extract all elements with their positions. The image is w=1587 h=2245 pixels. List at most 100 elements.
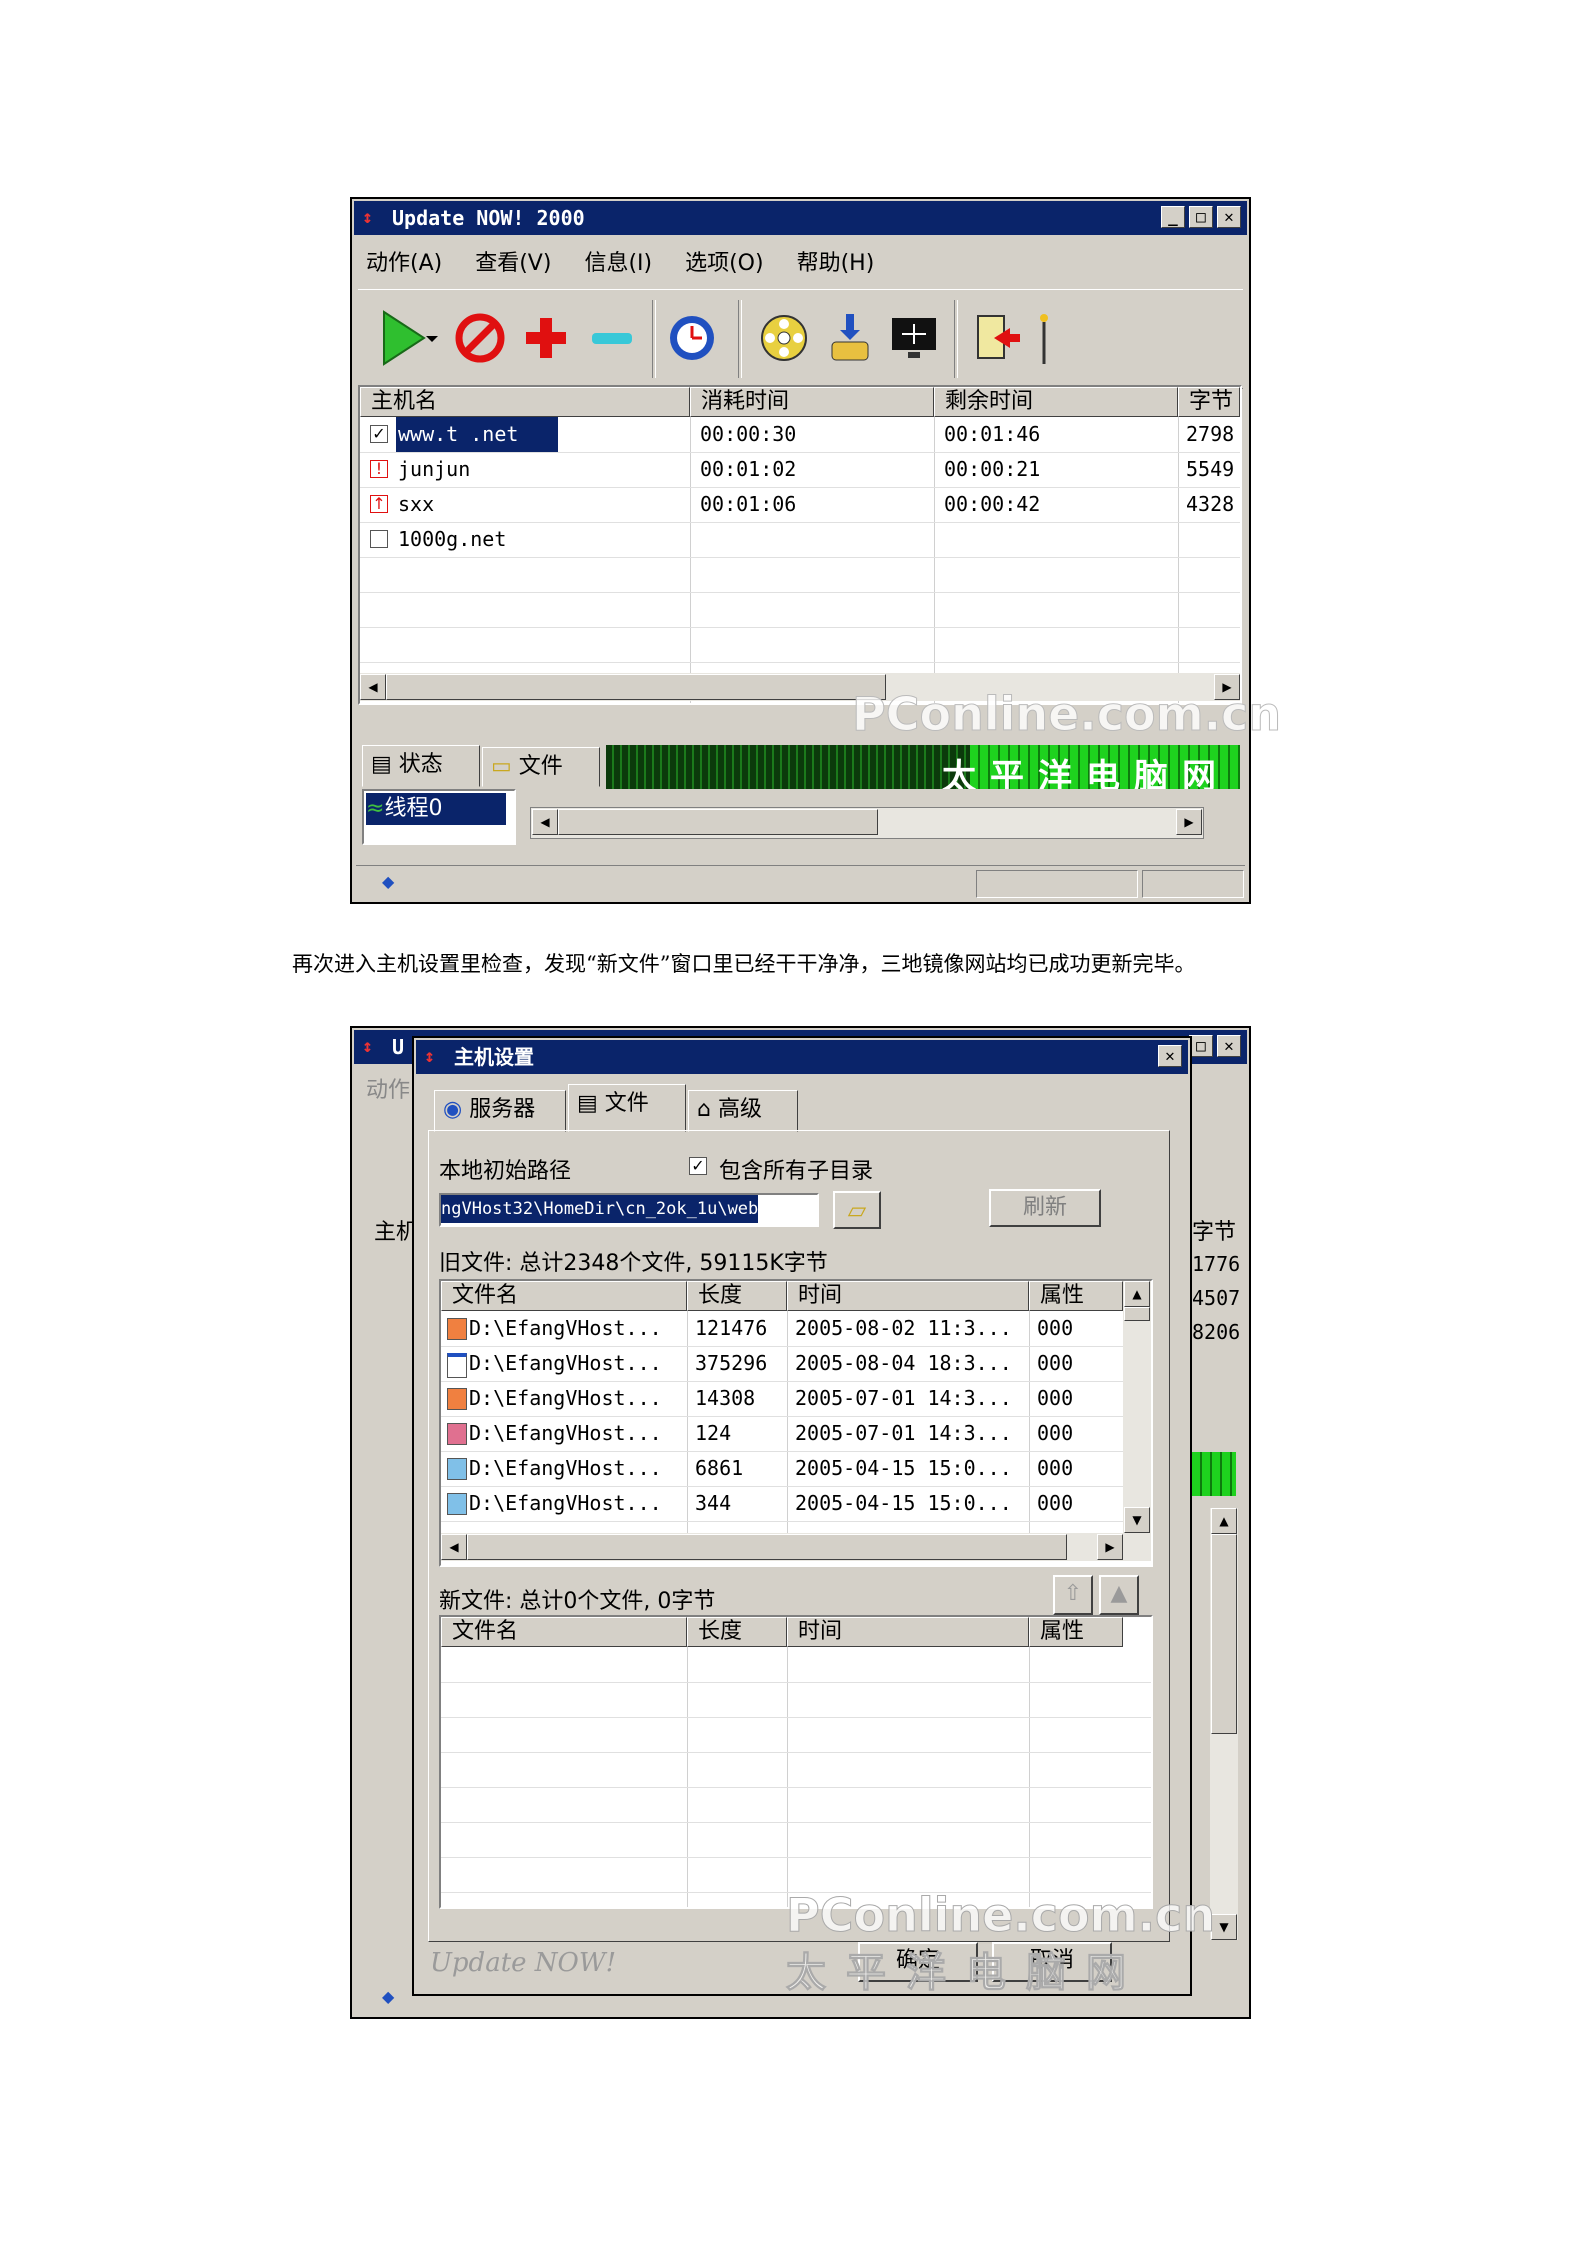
stop-icon[interactable] (454, 308, 506, 368)
column-header-elapsed[interactable]: 消耗时间 (690, 387, 934, 417)
toolbar (358, 289, 1243, 389)
menu-help[interactable]: 帮助(H) (797, 251, 875, 276)
column-header-size[interactable]: 长度 (687, 1617, 787, 1647)
empty-row (441, 1787, 1151, 1823)
scroll-thumb[interactable] (467, 1534, 1067, 1560)
file-time: 2005-08-02 11:3... (795, 1316, 1012, 1340)
scroll-left-button[interactable]: ◀ (360, 674, 386, 700)
column-header-filename[interactable]: 文件名 (441, 1281, 687, 1311)
play-icon[interactable] (378, 308, 430, 368)
exit-icon[interactable] (970, 308, 1022, 368)
column-header-remaining[interactable]: 剩余时间 (934, 387, 1178, 417)
scroll-thumb[interactable] (1211, 1534, 1237, 1734)
column-header-attr[interactable]: 属性 (1029, 1281, 1123, 1311)
host-list: 主机名 消耗时间 剩余时间 字节 ✓ www.t .net 00:00:30 0… (358, 385, 1242, 705)
table-row[interactable]: D:\EfangVHost... 6861 2005-04-15 15:0...… (441, 1451, 1123, 1487)
move-up-all-button[interactable]: ▲ (1099, 1575, 1139, 1615)
close-button[interactable]: ✕ (1217, 206, 1241, 228)
bg-close-button[interactable]: ✕ (1217, 1035, 1241, 1057)
scroll-right-button[interactable]: ▶ (1176, 809, 1202, 835)
dropdown-arrow-icon[interactable] (424, 308, 440, 368)
menu-bar: 动作(A) 查看(V) 信息(I) 选项(O) 帮助(H) (366, 245, 900, 276)
open-folder-icon: ▱ (847, 1196, 867, 1224)
tab-files[interactable]: ▭ 文件 (482, 747, 600, 787)
file-time: 2005-04-15 15:0... (795, 1456, 1012, 1480)
scroll-down-button[interactable]: ▼ (1124, 1507, 1150, 1533)
film-reel-icon[interactable] (758, 308, 810, 368)
table-row[interactable]: ↑ sxx 00:01:06 00:00:42 4328 (360, 487, 1240, 523)
path-input[interactable]: ngVHost32\HomeDir\cn_2ok_1u\web (439, 1193, 819, 1227)
menu-action[interactable]: 动作(A) (366, 251, 442, 276)
table-row[interactable]: ✓ www.t .net 00:00:30 00:01:46 2798 (360, 417, 1240, 453)
up-arrow-icon: ⇧ (1063, 1581, 1083, 1606)
browse-folder-button[interactable]: ▱ (833, 1191, 881, 1229)
watermark-cn: 太平洋电脑网 (786, 1950, 1146, 1997)
status-panel (1142, 870, 1244, 898)
globe-icon: ◉ (443, 1097, 463, 1122)
table-row[interactable]: D:\EfangVHost... 124 2005-07-01 14:3... … (441, 1416, 1123, 1452)
old-files-horizontal-scrollbar[interactable]: ◀ ▶ (441, 1533, 1151, 1561)
tab-files[interactable]: ▤ 文件 (568, 1084, 686, 1132)
computer-icon: ⌂ (697, 1097, 711, 1122)
scroll-right-button[interactable]: ▶ (1097, 1534, 1123, 1560)
move-up-button[interactable]: ⇧ (1053, 1575, 1093, 1615)
column-header-attr[interactable]: 属性 (1029, 1617, 1123, 1647)
remove-icon[interactable] (586, 308, 638, 368)
column-header-size[interactable]: 长度 (687, 1281, 787, 1311)
column-header-host[interactable]: 主机名 (360, 387, 690, 417)
host-name: sxx (398, 492, 435, 516)
clock-icon[interactable] (666, 308, 718, 368)
tab-panel: 本地初始路径 ✓ 包含所有子目录 ngVHost32\HomeDir\cn_2o… (428, 1130, 1170, 1942)
old-files-vertical-scrollbar[interactable]: ▲ ▼ (1123, 1281, 1151, 1533)
scroll-left-button[interactable]: ◀ (441, 1534, 467, 1560)
scroll-up-button[interactable]: ▲ (1211, 1508, 1237, 1534)
wand-icon[interactable] (1034, 308, 1054, 368)
add-icon[interactable] (520, 308, 572, 368)
scroll-left-button[interactable]: ◀ (532, 809, 558, 835)
bg-bytes-1: 1776 (1192, 1252, 1241, 1276)
tab-server[interactable]: ◉ 服务器 (434, 1090, 566, 1132)
host-checkbox[interactable]: ✓ (370, 425, 388, 443)
upload-status-icon: ! (370, 460, 388, 478)
column-header-time[interactable]: 时间 (787, 1617, 1029, 1647)
table-row[interactable]: D:\EfangVHost... 344 2005-04-15 15:0... … (441, 1486, 1123, 1522)
dialog-close-button[interactable]: ✕ (1158, 1045, 1182, 1067)
menu-view[interactable]: 查看(V) (475, 251, 551, 276)
include-subdirs-checkbox[interactable]: ✓ (689, 1157, 707, 1175)
table-row[interactable]: D:\EfangVHost... 121476 2005-08-02 11:3.… (441, 1311, 1123, 1347)
table-row[interactable]: ! junjun 00:01:02 00:00:21 5549 (360, 452, 1240, 488)
thread-item[interactable]: ≈线程0 (366, 793, 506, 825)
scroll-thumb[interactable] (1124, 1307, 1150, 1321)
host-name: 1000g.net (398, 527, 507, 551)
banner-cn-text: 太平洋电脑网 (942, 757, 1230, 789)
maximize-button[interactable]: □ (1189, 206, 1213, 228)
table-row[interactable]: D:\EfangVHost... 375296 2005-08-04 18:3.… (441, 1346, 1123, 1382)
menu-info[interactable]: 信息(I) (584, 251, 652, 276)
host-checkbox[interactable] (370, 530, 388, 548)
host-name: junjun (398, 457, 471, 481)
file-size: 14308 (695, 1386, 756, 1410)
tab-files-label: 文件 (604, 1091, 649, 1116)
column-header-time[interactable]: 时间 (787, 1281, 1029, 1311)
scroll-thumb[interactable] (386, 674, 886, 700)
tab-status[interactable]: ▤ 状态 (362, 745, 480, 787)
old-files-label: 旧文件: 总计2348个文件, 59115K字节 (439, 1251, 828, 1276)
bg-restore-button[interactable]: □ (1189, 1035, 1213, 1057)
monitor-icon[interactable] (888, 308, 940, 368)
phone-download-icon[interactable] (824, 308, 876, 368)
scroll-thumb[interactable] (558, 809, 878, 835)
file-time: 2005-07-01 14:3... (795, 1386, 1012, 1410)
file-name: D:\EfangVHost... (469, 1386, 662, 1410)
table-row[interactable]: D:\EfangVHost... 14308 2005-07-01 14:3..… (441, 1381, 1123, 1417)
file-size: 6861 (695, 1456, 744, 1480)
table-row[interactable]: 1000g.net (360, 522, 1240, 558)
column-header-filename[interactable]: 文件名 (441, 1617, 687, 1647)
column-header-bytes[interactable]: 字节 (1178, 387, 1240, 417)
thread-scrollbar[interactable]: ◀ ▶ (530, 807, 1204, 839)
minimize-button[interactable]: _ (1161, 206, 1185, 228)
menu-options[interactable]: 选项(O) (685, 251, 763, 276)
scroll-up-button[interactable]: ▲ (1124, 1281, 1150, 1307)
refresh-button[interactable]: 刷新 (989, 1189, 1101, 1227)
bg-vertical-scrollbar[interactable]: ▲ ▼ (1210, 1508, 1238, 1940)
tab-advanced[interactable]: ⌂ 高级 (688, 1090, 798, 1132)
